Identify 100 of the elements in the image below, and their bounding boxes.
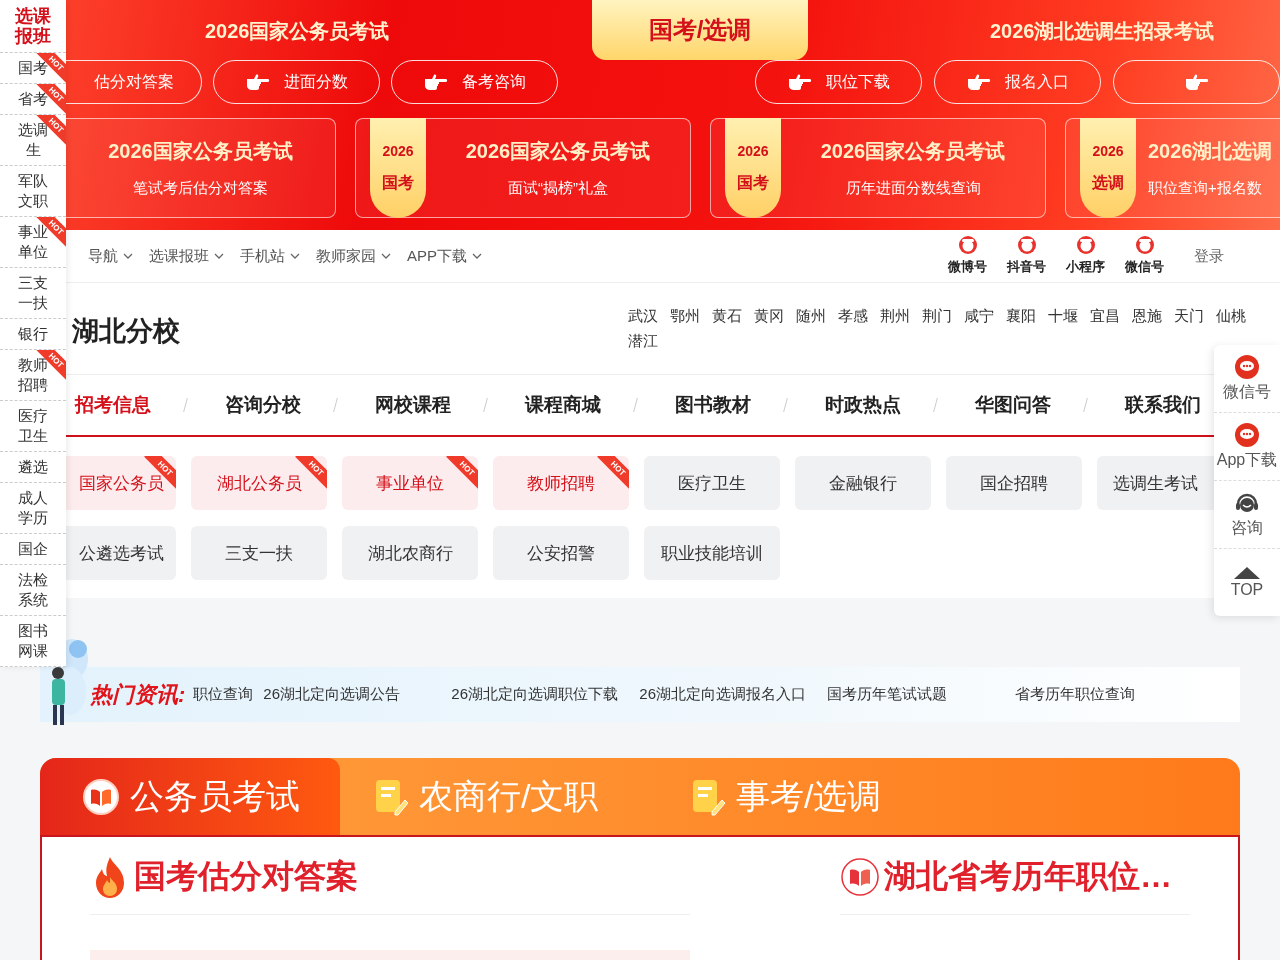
city-link[interactable]: 恩施 xyxy=(1132,305,1162,326)
chevron-down-icon xyxy=(214,253,224,259)
city-link[interactable]: 荆门 xyxy=(922,305,952,326)
card-subtitle: 历年进面分数线查询 xyxy=(845,179,981,198)
city-link[interactable]: 荆州 xyxy=(880,305,910,326)
city-link[interactable]: 十堰 xyxy=(1048,305,1078,326)
nav-link[interactable]: 导航 xyxy=(88,246,133,266)
sidebar-item[interactable]: 国企 xyxy=(0,534,66,565)
float-button[interactable]: App下载 xyxy=(1214,413,1280,481)
card-title: 2026湖北选调 xyxy=(1148,139,1273,164)
city-link[interactable]: 仙桃 xyxy=(1216,305,1246,326)
sidebar-item[interactable]: 成人学历 xyxy=(0,483,66,534)
city-link[interactable]: 黄冈 xyxy=(754,305,784,326)
float-button[interactable]: 咨询 xyxy=(1214,481,1280,549)
round-logo-icon xyxy=(1135,236,1154,254)
nav-tab[interactable]: 招考信息 xyxy=(75,392,155,418)
category-button[interactable]: 公安招警 xyxy=(493,526,629,580)
sidebar-item[interactable]: 三支一扶 xyxy=(0,268,66,319)
banner-tab[interactable]: 2026国家公务员考试 xyxy=(205,0,390,62)
news-link[interactable]: 26湖北定向选调职位下载 xyxy=(451,685,630,704)
category-button[interactable]: 选调生考试 xyxy=(1097,456,1214,510)
news-link[interactable]: 国考历年笔试试题 xyxy=(827,685,1006,704)
nav-tab[interactable]: 课程商城 xyxy=(525,392,605,418)
category-button[interactable]: 三支一扶 xyxy=(191,526,327,580)
round-logo-icon xyxy=(1017,236,1036,254)
social-link[interactable]: 微博号 xyxy=(948,236,987,276)
card-subtitle: 面试“揭榜”礼盒 xyxy=(508,179,608,198)
news-link[interactable]: 省考历年职位查询 xyxy=(1015,685,1194,704)
city-link[interactable]: 武汉 xyxy=(628,305,658,326)
note-pencil-icon xyxy=(375,777,409,816)
card-title: 2026国家公务员考试 xyxy=(820,139,1006,164)
category-button[interactable]: 金融银行 xyxy=(795,456,931,510)
card-title: 2026国家公务员考试 xyxy=(108,139,293,164)
login-link[interactable]: 登录 xyxy=(1194,246,1224,266)
promo-card[interactable]: 2026国家公务员考试 笔试考后估分对答案 xyxy=(66,118,336,218)
promo-card[interactable]: 2026 选调 2026湖北选调 职位查询+报名数 xyxy=(1065,118,1280,218)
tag-label: 国考 xyxy=(737,172,769,193)
nav-tab[interactable]: 咨询分校 xyxy=(225,392,305,418)
sidebar-item[interactable]: 医疗卫生 xyxy=(0,401,66,452)
category-button[interactable]: 湖北农商行 xyxy=(342,526,478,580)
nav-link[interactable]: 手机站 xyxy=(240,246,300,266)
nav-tab[interactable]: 网校课程 xyxy=(375,392,455,418)
news-link[interactable]: 26湖北定向选调公告 xyxy=(263,685,442,704)
tag-year: 2026 xyxy=(382,142,414,159)
category-button[interactable]: 医疗卫生 xyxy=(644,456,780,510)
city-link[interactable]: 鄂州 xyxy=(670,305,700,326)
arrow-up-icon xyxy=(1234,566,1260,579)
promo-card[interactable]: 2026 国考 2026国家公务员考试 面试“揭榜”礼盒 xyxy=(355,118,691,218)
section-title: 湖北省考历年职位… xyxy=(884,856,1172,896)
tag-label: 国考 xyxy=(382,172,414,193)
chevron-down-icon xyxy=(290,253,300,259)
note-pencil-icon xyxy=(692,777,726,816)
float-button[interactable]: TOP xyxy=(1214,549,1280,616)
card-title: 2026国家公务员考试 xyxy=(465,139,651,164)
city-link[interactable]: 襄阳 xyxy=(1006,305,1036,326)
nav-tab[interactable]: 图书教材 xyxy=(675,392,755,418)
book-icon xyxy=(840,856,880,897)
news-link[interactable]: 职位查询 xyxy=(193,685,254,704)
card-subtitle: 笔试考后估分对答案 xyxy=(133,179,268,198)
sidebar-item[interactable]: 法检系统 xyxy=(0,565,66,616)
city-link[interactable]: 黄石 xyxy=(712,305,742,326)
exam-tab[interactable]: 公务员考试 xyxy=(40,758,340,835)
city-link[interactable]: 随州 xyxy=(796,305,826,326)
tag-year: 2026 xyxy=(1092,142,1124,159)
sidebar-item[interactable]: 图书网课 xyxy=(0,616,66,667)
nav-link[interactable]: APP下载 xyxy=(407,246,482,266)
chat-bubble-icon xyxy=(1234,422,1260,448)
social-link[interactable]: 小程序 xyxy=(1066,236,1105,276)
city-link[interactable]: 咸宁 xyxy=(964,305,994,326)
site-title: 湖北分校 xyxy=(72,315,180,348)
nav-link[interactable]: 教师家园 xyxy=(316,246,391,266)
nav-tab[interactable]: 联系我们 xyxy=(1125,392,1205,418)
nav-tab[interactable]: 华图问答 xyxy=(975,392,1055,418)
news-link[interactable]: 26湖北定向选调报名入口 xyxy=(639,685,818,704)
book-icon xyxy=(82,777,120,816)
news-heading: 热门资讯: xyxy=(90,680,186,709)
card-subtitle: 职位查询+报名数 xyxy=(1148,179,1262,198)
float-button[interactable]: 微信号 xyxy=(1214,345,1280,413)
chevron-down-icon xyxy=(123,253,133,259)
round-logo-icon xyxy=(958,236,977,254)
tag-year: 2026 xyxy=(737,142,769,159)
nav-link[interactable]: 选课报班 xyxy=(149,246,224,266)
category-button[interactable]: 职业技能培训 xyxy=(644,526,780,580)
chat-bubble-icon xyxy=(1234,354,1260,380)
city-link[interactable]: 潜江 xyxy=(628,330,658,351)
sidebar-item[interactable]: 遴选 xyxy=(0,452,66,483)
social-link[interactable]: 抖音号 xyxy=(1007,236,1046,276)
city-link[interactable]: 孝感 xyxy=(838,305,868,326)
chevron-down-icon xyxy=(381,253,391,259)
nav-tab[interactable]: 时政热点 xyxy=(825,392,905,418)
tag-label: 选调 xyxy=(1092,172,1124,193)
section-title: 国考估分对答案 xyxy=(134,856,358,896)
chevron-down-icon xyxy=(472,253,482,259)
promo-card[interactable]: 2026 国考 2026国家公务员考试 历年进面分数线查询 xyxy=(710,118,1046,218)
city-link[interactable]: 宜昌 xyxy=(1090,305,1120,326)
city-link[interactable]: 天门 xyxy=(1174,305,1204,326)
category-button[interactable]: 公遴选考试 xyxy=(66,526,176,580)
category-button[interactable]: 国企招聘 xyxy=(946,456,1082,510)
social-link[interactable]: 微信号 xyxy=(1125,236,1164,276)
banner-tab[interactable]: 国考/选调 xyxy=(592,0,808,60)
